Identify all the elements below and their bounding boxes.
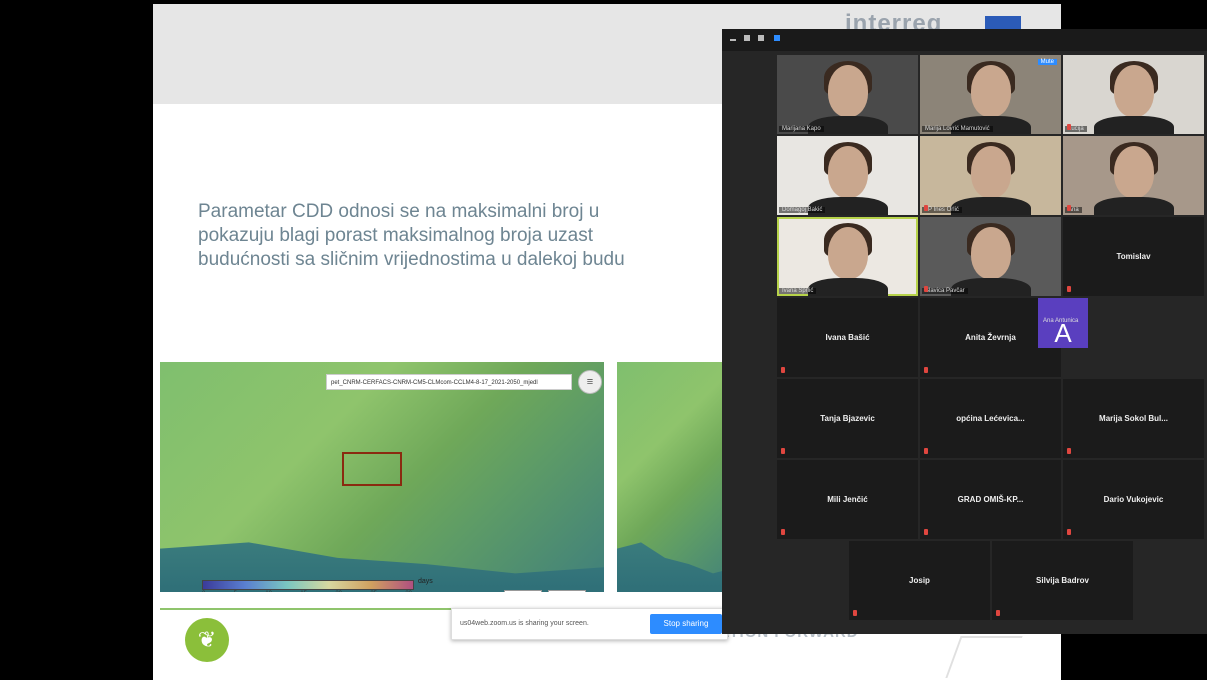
participant-tile[interactable]: Marijana Kapo xyxy=(777,55,918,134)
colorbar-unit: days xyxy=(418,578,433,585)
participant-tile[interactable]: Lucija xyxy=(1063,55,1204,134)
participant-name: Dario Vukojevic xyxy=(1103,495,1164,504)
participant-name: Tanja Bjazevic xyxy=(820,414,875,423)
muted-mic-icon xyxy=(996,610,1000,616)
participant-name: Slavica Pavčar xyxy=(922,288,968,294)
climate-map-left: pet_CNRM-CERFACS-CNRM-CM5-CLMcom-CCLM4-8… xyxy=(160,362,604,592)
video-feed xyxy=(827,65,868,117)
zoom-gallery-window: Marijana Kapo Marija Lovrić Mamutović Mute… xyxy=(722,29,1207,634)
participant-name: općina Lećevica... xyxy=(956,414,1025,423)
muted-mic-icon xyxy=(781,448,785,454)
muted-mic-icon xyxy=(781,367,785,373)
video-feed xyxy=(807,278,888,296)
zoom-toolbar xyxy=(722,29,1207,51)
participant-name: Domagoj Bakić xyxy=(779,207,826,213)
participant-tile[interactable]: općina Lećevica... xyxy=(920,379,1061,458)
video-feed xyxy=(970,65,1011,117)
participant-name: Josip xyxy=(909,576,930,585)
tick-label: 30 xyxy=(405,591,412,592)
participant-name: Tomislav xyxy=(1116,252,1151,261)
tick-label: 15 xyxy=(300,591,307,592)
video-feed xyxy=(1093,116,1174,134)
participant-tile[interactable]: JP Ines Orlić xyxy=(920,136,1061,215)
partner-logo xyxy=(504,590,542,592)
grid-view-icon[interactable] xyxy=(758,35,764,41)
colorbar-ticks: 0 5 10 15 20 25 30 xyxy=(202,591,412,592)
participant-tile[interactable]: Ana xyxy=(1063,136,1204,215)
participant-tile[interactable]: Ivana Šprlić xyxy=(777,217,918,296)
participant-name: Ivana Šprlić xyxy=(779,288,817,294)
video-feed xyxy=(827,227,868,279)
muted-mic-icon xyxy=(1067,286,1071,292)
video-feed xyxy=(827,146,868,198)
participant-tile[interactable]: Tanja Bjazevic xyxy=(777,379,918,458)
participant-tile[interactable]: Mili Jenčić xyxy=(777,460,918,539)
muted-mic-icon xyxy=(1067,205,1071,211)
participant-name: Marija Lovrić Mamutović xyxy=(922,126,993,132)
sea-area xyxy=(617,542,737,592)
restore-icon[interactable] xyxy=(744,35,750,41)
video-feed xyxy=(1093,197,1174,215)
participant-tile[interactable]: Silvija Badrov xyxy=(992,541,1133,620)
participant-tile[interactable]: Dario Vukojevic xyxy=(1063,460,1204,539)
mute-tag[interactable]: Mute xyxy=(1037,59,1057,65)
stop-sharing-button[interactable]: Stop sharing xyxy=(650,614,722,634)
participant-name: Marijana Kapo xyxy=(779,126,824,132)
video-feed xyxy=(1113,65,1154,117)
map-colorbar xyxy=(202,580,414,590)
muted-mic-icon xyxy=(924,286,928,292)
participant-name: GRAD OMIŠ-KP... xyxy=(957,495,1024,504)
muted-mic-icon xyxy=(1067,448,1071,454)
muted-mic-icon xyxy=(781,529,785,535)
leaf-logo-icon: ❦ xyxy=(185,618,229,662)
participant-tile[interactable]: Slavica Pavčar xyxy=(920,217,1061,296)
participant-name: Marija Sokol Bul... xyxy=(1099,414,1168,423)
muted-mic-icon xyxy=(924,205,928,211)
tick-label: 20 xyxy=(335,591,342,592)
participant-name: Mili Jenčić xyxy=(827,495,868,504)
participant-tile[interactable]: Ivana Bašić xyxy=(777,298,918,377)
muted-mic-icon xyxy=(1067,124,1071,130)
participant-name: Ana Antunica xyxy=(1043,318,1079,324)
participant-tile[interactable]: GRAD OMIŠ-KP... xyxy=(920,460,1061,539)
screen-share-bar: us04web.zoom.us is sharing your screen. … xyxy=(451,608,728,640)
gallery-icon[interactable] xyxy=(774,35,780,41)
tick-label: 25 xyxy=(370,591,377,592)
participant-tile[interactable]: Marija Lovrić Mamutović Mute xyxy=(920,55,1061,134)
tick-label: 0 xyxy=(202,591,205,592)
muted-mic-icon xyxy=(924,529,928,535)
muted-mic-icon xyxy=(924,448,928,454)
muted-mic-icon xyxy=(924,367,928,373)
video-feed xyxy=(950,197,1031,215)
video-feed xyxy=(970,146,1011,198)
participant-tile[interactable]: Tomislav xyxy=(1063,217,1204,296)
muted-mic-icon xyxy=(853,610,857,616)
map-file-label: pet_CNRM-CERFACS-CNRM-CM5-CLMcom-CCLM4-8… xyxy=(326,374,572,390)
tick-label: 10 xyxy=(265,591,272,592)
decorative-shape xyxy=(945,636,1023,678)
participant-tile[interactable]: Josip xyxy=(849,541,990,620)
climate-map-right xyxy=(617,362,737,592)
share-message: us04web.zoom.us is sharing your screen. xyxy=(460,620,589,627)
video-feed xyxy=(970,227,1011,279)
layers-icon[interactable]: ≡ xyxy=(578,370,602,394)
participant-name: Silvija Badrov xyxy=(1036,576,1089,585)
partner-logo xyxy=(548,590,586,592)
participant-tile[interactable]: A Ana Antunica xyxy=(1038,298,1088,348)
tick-label: 5 xyxy=(234,591,237,592)
selection-rectangle xyxy=(342,452,402,486)
participant-tile[interactable]: Marija Sokol Bul... xyxy=(1063,379,1204,458)
participant-tile[interactable]: Domagoj Bakić xyxy=(777,136,918,215)
minimize-icon[interactable] xyxy=(730,39,736,41)
participant-name: Ivana Bašić xyxy=(825,333,870,342)
muted-mic-icon xyxy=(1067,529,1071,535)
video-feed xyxy=(1113,146,1154,198)
